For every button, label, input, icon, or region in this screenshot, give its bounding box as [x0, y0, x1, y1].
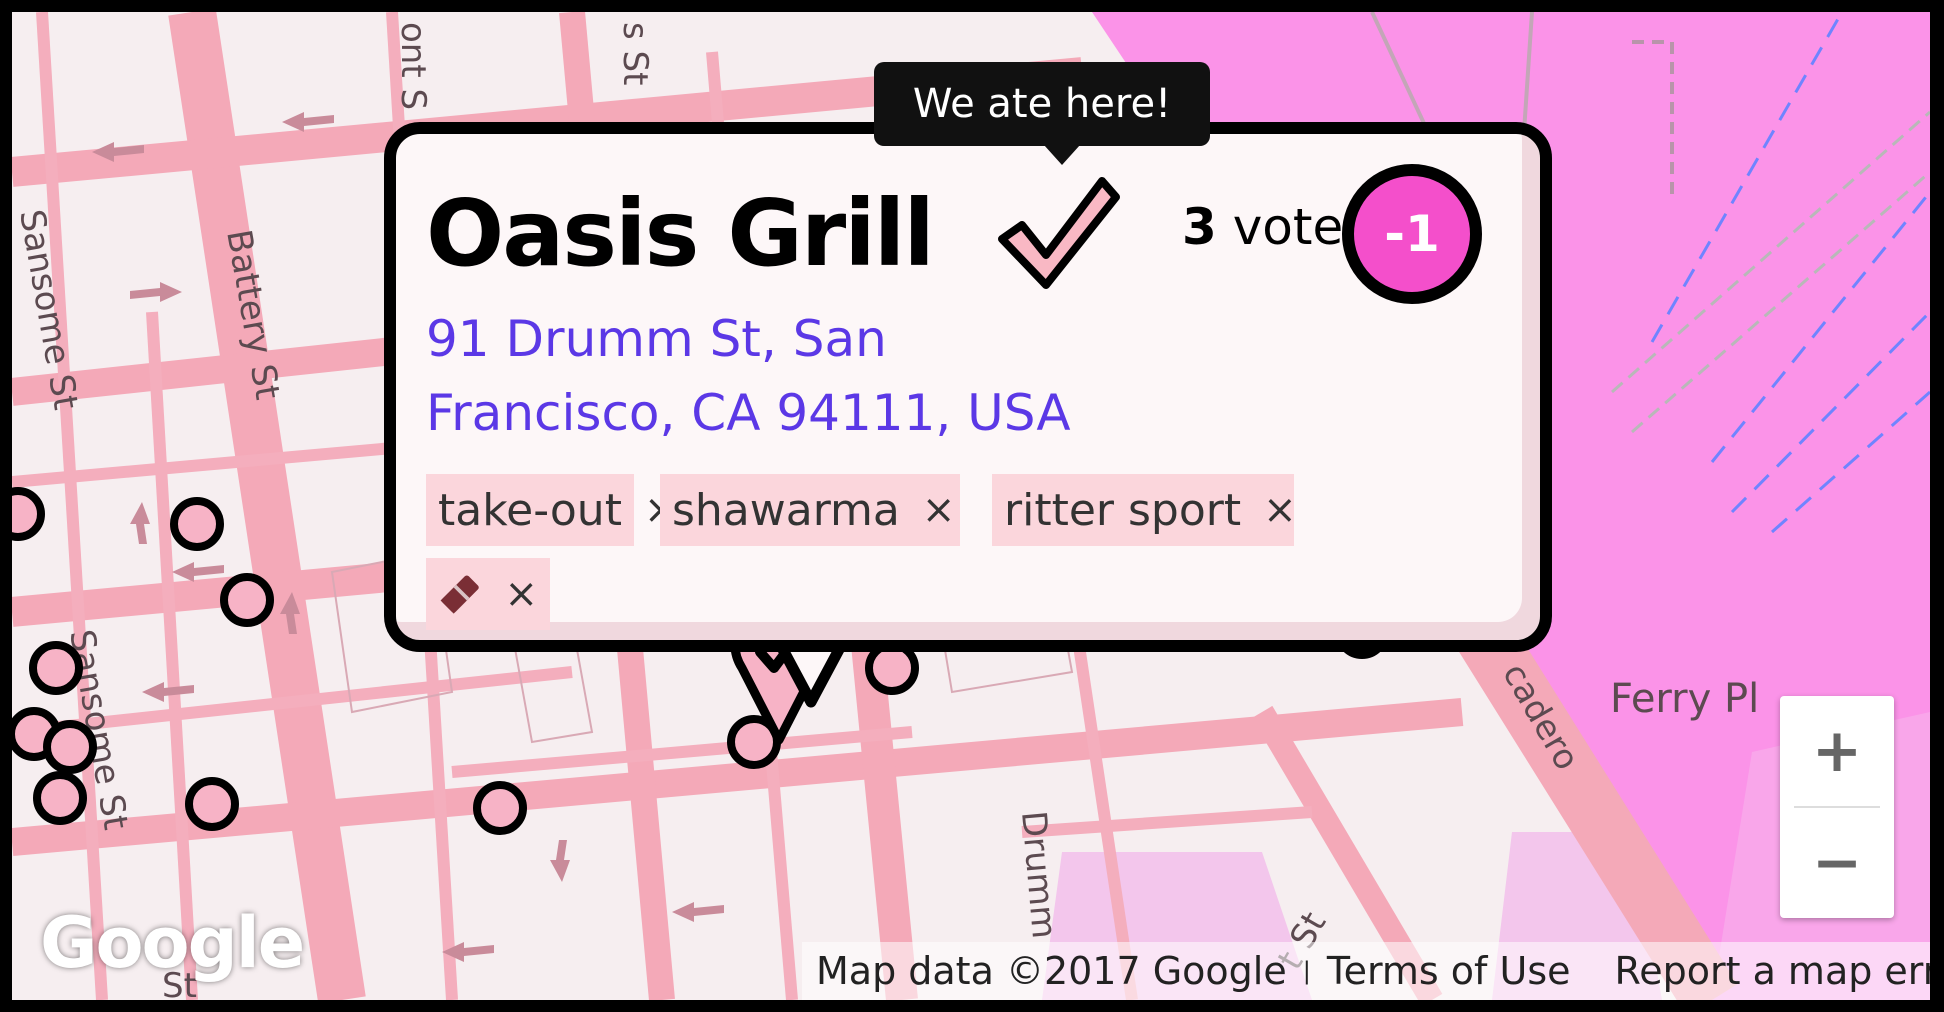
zoom-out-icon: − [1811, 828, 1863, 898]
tag-label: ritter sport [1004, 484, 1242, 536]
address-line-2: Francisco, CA 94111, USA [426, 384, 1071, 442]
google-logo[interactable]: Google [40, 902, 305, 984]
street-label-ferry-plaza: Ferry Pl [1610, 676, 1759, 722]
tag-label: shawarma [672, 484, 900, 536]
place-marker[interactable] [473, 781, 527, 835]
map-footer: Map data ©2017 Google | Terms of Use Rep… [802, 942, 1930, 1000]
tag-remove-icon[interactable]: × [504, 571, 538, 617]
place-address-link[interactable]: 91 Drumm St, San Francisco, CA 94111, US… [426, 302, 1126, 450]
place-marker[interactable] [29, 641, 83, 695]
downvote-button[interactable]: -1 [1342, 164, 1482, 304]
place-marker[interactable] [33, 771, 87, 825]
place-marker[interactable] [220, 573, 274, 627]
map-canvas[interactable]: ont S s St Sansome St Battery St Sansome… [12, 12, 1930, 1000]
tag-shawarma: shawarma × [660, 474, 960, 546]
tag-chocolate: × [426, 558, 550, 630]
tag-remove-icon[interactable]: × [922, 487, 956, 533]
address-line-1: 91 Drumm St, San [426, 310, 887, 368]
place-popup: We ate here! Oasis Grill 3 votes -1 91 D… [374, 62, 1572, 708]
street-label-front: ont S [393, 22, 433, 110]
street-label-davis: s St [615, 22, 655, 85]
zoom-in-button[interactable]: + [1780, 696, 1894, 806]
place-marker[interactable] [43, 720, 97, 774]
zoom-controls: + − [1780, 696, 1894, 918]
frame: ont S s St Sansome St Battery St Sansome… [0, 0, 1944, 1012]
zoom-out-button[interactable]: − [1780, 808, 1894, 918]
place-title: Oasis Grill [426, 180, 935, 287]
check-icon[interactable] [994, 167, 1124, 292]
downvote-label: -1 [1384, 205, 1440, 263]
footer-separator: | [1302, 957, 1311, 985]
tag-ritter-sport: ritter sport × [992, 474, 1297, 546]
map-data-attribution: Map data ©2017 Google [816, 949, 1287, 993]
place-marker[interactable] [185, 777, 239, 831]
vote-count: 3 votes [1182, 198, 1369, 256]
tooltip-text: We ate here! [912, 81, 1172, 127]
tag-label: take-out [438, 484, 622, 536]
we-ate-here-tooltip: We ate here! [874, 62, 1210, 146]
vote-count-number: 3 [1182, 198, 1217, 256]
tooltip-arrow [1044, 145, 1080, 165]
tag-take-out: take-out × [426, 474, 677, 546]
zoom-in-icon: + [1811, 716, 1863, 786]
tag-remove-icon[interactable]: × [1263, 487, 1297, 533]
chocolate-bar-icon [440, 575, 479, 614]
place-marker[interactable] [170, 497, 224, 551]
terms-of-use-link[interactable]: Terms of Use [1327, 949, 1571, 993]
report-map-error-link[interactable]: Report a map error [1615, 949, 1930, 993]
